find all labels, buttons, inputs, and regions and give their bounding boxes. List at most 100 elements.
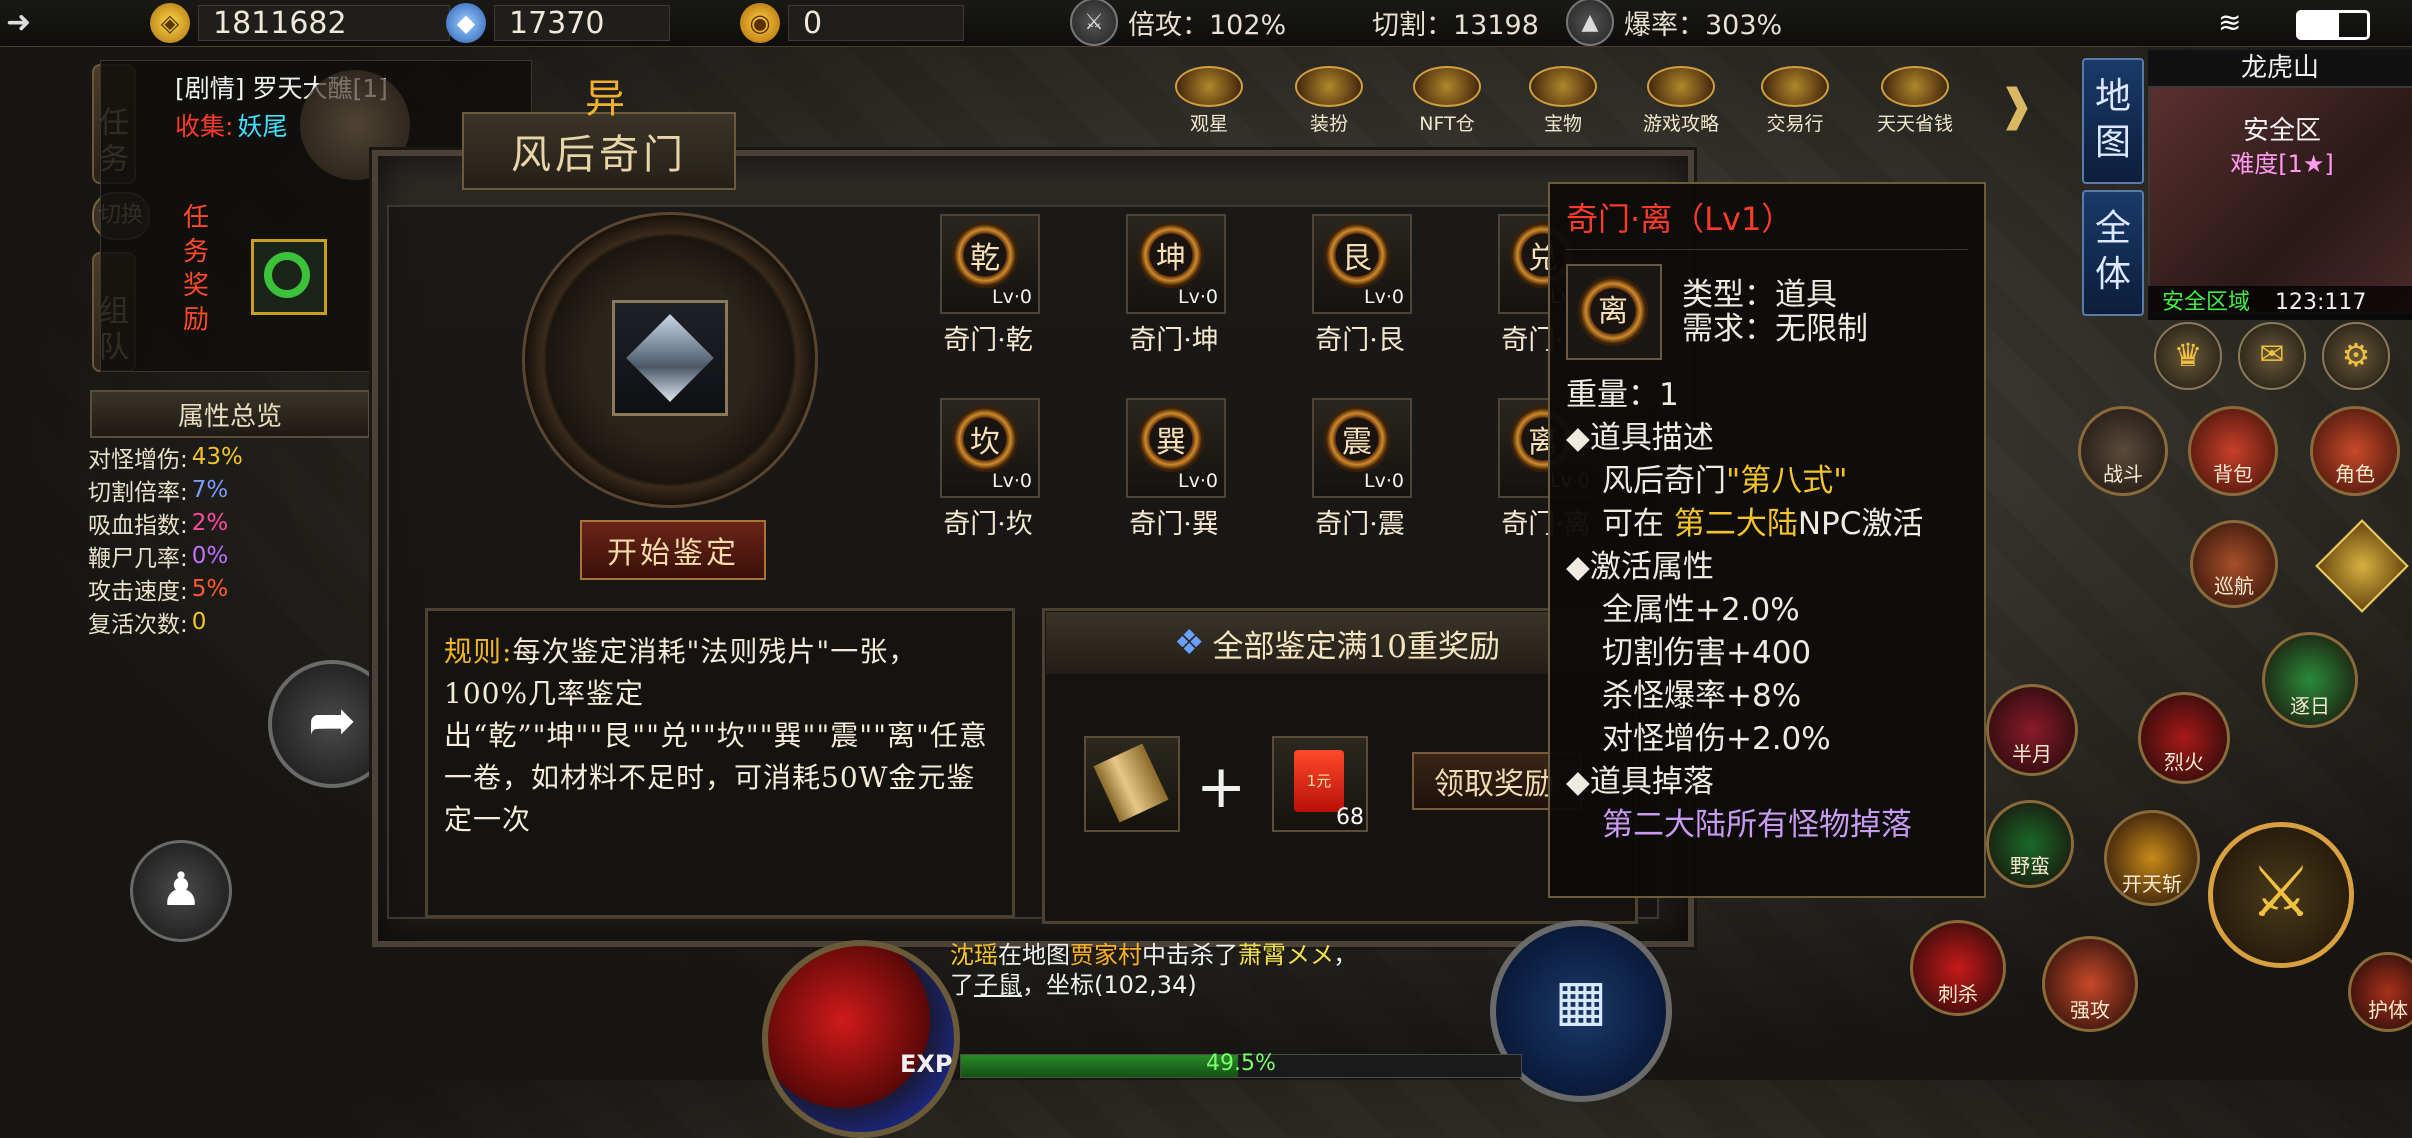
rune-cell[interactable]: 震 Lv·0 xyxy=(1312,398,1412,498)
top-menu-item[interactable]: 宝物 xyxy=(1524,66,1602,136)
attribute-label: 切割倍率: xyxy=(88,479,188,506)
skill-button[interactable]: 半月 xyxy=(1986,684,2078,776)
battle-button[interactable]: 战斗 xyxy=(2078,406,2168,496)
skill-button[interactable]: 护体 xyxy=(2348,952,2412,1032)
collect-target: 妖尾 xyxy=(237,112,288,141)
item-tooltip: 奇门·离（Lv1） 离 类型：道具 需求：无限制 重量：1 ◆道具描述 风后奇门… xyxy=(1548,182,1986,898)
top-menu-item[interactable]: 天天省钱 xyxy=(1876,66,1954,136)
desc-line2-highlight: 第二大陆 xyxy=(1673,506,1798,542)
menu-emblem-icon xyxy=(1881,66,1949,107)
chat-text-b: 中击杀了 xyxy=(1142,941,1238,969)
tooltip-drop-header: ◆道具掉落 xyxy=(1566,764,1714,800)
appraisal-slot[interactable] xyxy=(612,300,728,416)
skill-button[interactable]: 野蛮 xyxy=(1986,800,2074,888)
menu-emblem-icon xyxy=(1761,66,1829,107)
minimap[interactable]: 安全区 难度[1★] xyxy=(2148,86,2412,314)
menu-collapse-arrow-icon[interactable]: ❱ xyxy=(1998,80,2035,131)
skill-button[interactable]: 强攻 xyxy=(2042,936,2138,1032)
arrow-up-icon: ▲ xyxy=(1566,0,1614,46)
rune-glyph: 乾 xyxy=(952,222,1018,288)
top-menu-item[interactable]: 观星 xyxy=(1170,66,1248,136)
tab-all[interactable]: 全体 xyxy=(2082,190,2144,316)
tooltip-attr-2: 切割伤害+400 xyxy=(1602,635,1812,671)
top-menu-item[interactable]: 交易行 xyxy=(1756,66,1834,136)
attribute-value: 5% xyxy=(191,575,229,602)
coin-icon: ◉ xyxy=(740,3,780,43)
top-menu-label: 宝物 xyxy=(1543,113,1582,135)
quest-collect: 收集: 妖尾 xyxy=(175,107,287,143)
rune-level: Lv·0 xyxy=(1364,470,1404,492)
tooltip-rune-glyph: 离 xyxy=(1578,276,1648,346)
tab-map[interactable]: 地图 xyxy=(2082,58,2144,184)
reward-item-scroll[interactable] xyxy=(1084,736,1180,832)
tooltip-attr-3: 杀怪爆率+8% xyxy=(1602,678,1802,714)
rune-cell[interactable]: 巽 Lv·0 xyxy=(1126,398,1226,498)
expand-arrow-icon[interactable]: ➜ xyxy=(6,6,40,40)
plus-sign: + xyxy=(1196,752,1247,822)
rune-name: 奇门·艮 xyxy=(1315,325,1405,356)
tooltip-attr-header: ◆激活属性 xyxy=(1566,549,1714,585)
skill-button[interactable]: 烈火 xyxy=(2138,692,2230,784)
chat-line-2: 了子鼠，坐标(102,34) xyxy=(950,970,1470,1000)
attribute-label: 对怪增伤: xyxy=(88,446,188,473)
rune-cell[interactable]: 艮 Lv·0 xyxy=(1312,214,1412,314)
attribute-row: 鞭尸几率: 0% xyxy=(88,539,372,572)
chat-target: 子鼠 xyxy=(974,971,1022,999)
walking-figure-icon: ♟ xyxy=(160,862,202,916)
settings-gear-icon[interactable]: ⚙ xyxy=(2322,322,2390,390)
red-packet-label: 1元 xyxy=(1306,772,1332,790)
character-button[interactable]: 角色 xyxy=(2310,406,2400,496)
bag-button[interactable]: 背包 xyxy=(2188,406,2278,496)
exp-label: EXP xyxy=(900,1050,953,1078)
rune-cell[interactable]: 坎 Lv·0 xyxy=(940,398,1040,498)
reward-item-redpacket[interactable]: 1元 68 xyxy=(1272,736,1368,832)
tooltip-desc-header: ◆道具描述 xyxy=(1566,420,1714,456)
main-attack-button[interactable]: ⚔ xyxy=(2208,822,2354,968)
chat-line-1: 沈瑶在地图贾家村中击杀了萧霄メメ， xyxy=(950,940,1470,970)
desc-line2-suffix: NPC激活 xyxy=(1797,506,1924,542)
attribute-label: 攻击速度: xyxy=(88,578,188,605)
drop-rate-stat: ▲ 爆率：303% xyxy=(1566,0,1782,46)
diamond-icon: ◆ xyxy=(446,3,486,43)
menu-diamond-icon[interactable] xyxy=(2315,519,2409,613)
rune-name: 奇门·巽 xyxy=(1129,509,1219,540)
quest-reward-label: 任务奖励 xyxy=(183,203,210,335)
top-menu-item[interactable]: 游戏攻略 xyxy=(1642,66,1720,136)
rune-cell[interactable]: 乾 Lv·0 xyxy=(940,214,1040,314)
exp-bar: 49.5% xyxy=(960,1051,1522,1078)
top-menu-label: 观星 xyxy=(1189,113,1228,135)
top-menu-item[interactable]: NFT仓 xyxy=(1408,66,1486,136)
crystal-shard-icon: ❖ xyxy=(1174,623,1205,663)
start-appraisal-button[interactable]: 开始鉴定 xyxy=(580,520,766,580)
attack-multiplier: ⚔ 倍攻：102% xyxy=(1070,0,1286,46)
cut-stat: 切割：13198 xyxy=(1372,2,1539,42)
top-menu-item[interactable]: 装扮 xyxy=(1290,66,1368,136)
rune-cell[interactable]: 坤 Lv·0 xyxy=(1126,214,1226,314)
map-status-bar: 安全区域 123:117 xyxy=(2148,286,2412,320)
attribute-header[interactable]: 属性总览 xyxy=(90,390,370,438)
tooltip-item-icon: 离 xyxy=(1566,264,1662,360)
menu-emblem-icon xyxy=(1413,66,1481,107)
mail-icon[interactable]: ✉ xyxy=(2238,322,2306,390)
gold-ingot-icon: ◈ xyxy=(150,3,190,43)
patrol-button[interactable]: 巡航 xyxy=(2190,520,2278,608)
skill-button[interactable]: 刺杀 xyxy=(1910,920,2006,1016)
menu-emblem-icon xyxy=(1529,66,1597,107)
trophy-icon[interactable]: ♛ xyxy=(2154,322,2222,390)
attribute-value: 7% xyxy=(191,476,229,503)
walk-toggle-button[interactable]: ♟ xyxy=(130,840,232,942)
skill-button[interactable]: 开天斩 xyxy=(2104,810,2200,906)
special-event-icon[interactable]: 异 xyxy=(560,66,650,136)
tooltip-desc-line1: 风后奇门"第八式" xyxy=(1566,460,1968,503)
top-menu-label: 天天省钱 xyxy=(1876,113,1953,135)
top-menu-label: NFT仓 xyxy=(1419,113,1475,135)
rune-glyph: 坤 xyxy=(1138,222,1204,288)
exp-percent: 49.5% xyxy=(1206,1051,1276,1076)
desc-line1-text: 风后奇门 xyxy=(1602,463,1726,499)
skill-button[interactable]: 逐日 xyxy=(2262,632,2358,728)
rules-text: 每次鉴定消耗"法则残片"一张，100%几率鉴定出“乾”"坤""艮""兑""坎""… xyxy=(444,635,988,836)
chat-map: 贾家村 xyxy=(1070,941,1142,969)
rune-glyph: 震 xyxy=(1324,406,1390,472)
rune-level: Lv·0 xyxy=(992,286,1032,308)
rune-level: Lv·0 xyxy=(1364,286,1404,308)
